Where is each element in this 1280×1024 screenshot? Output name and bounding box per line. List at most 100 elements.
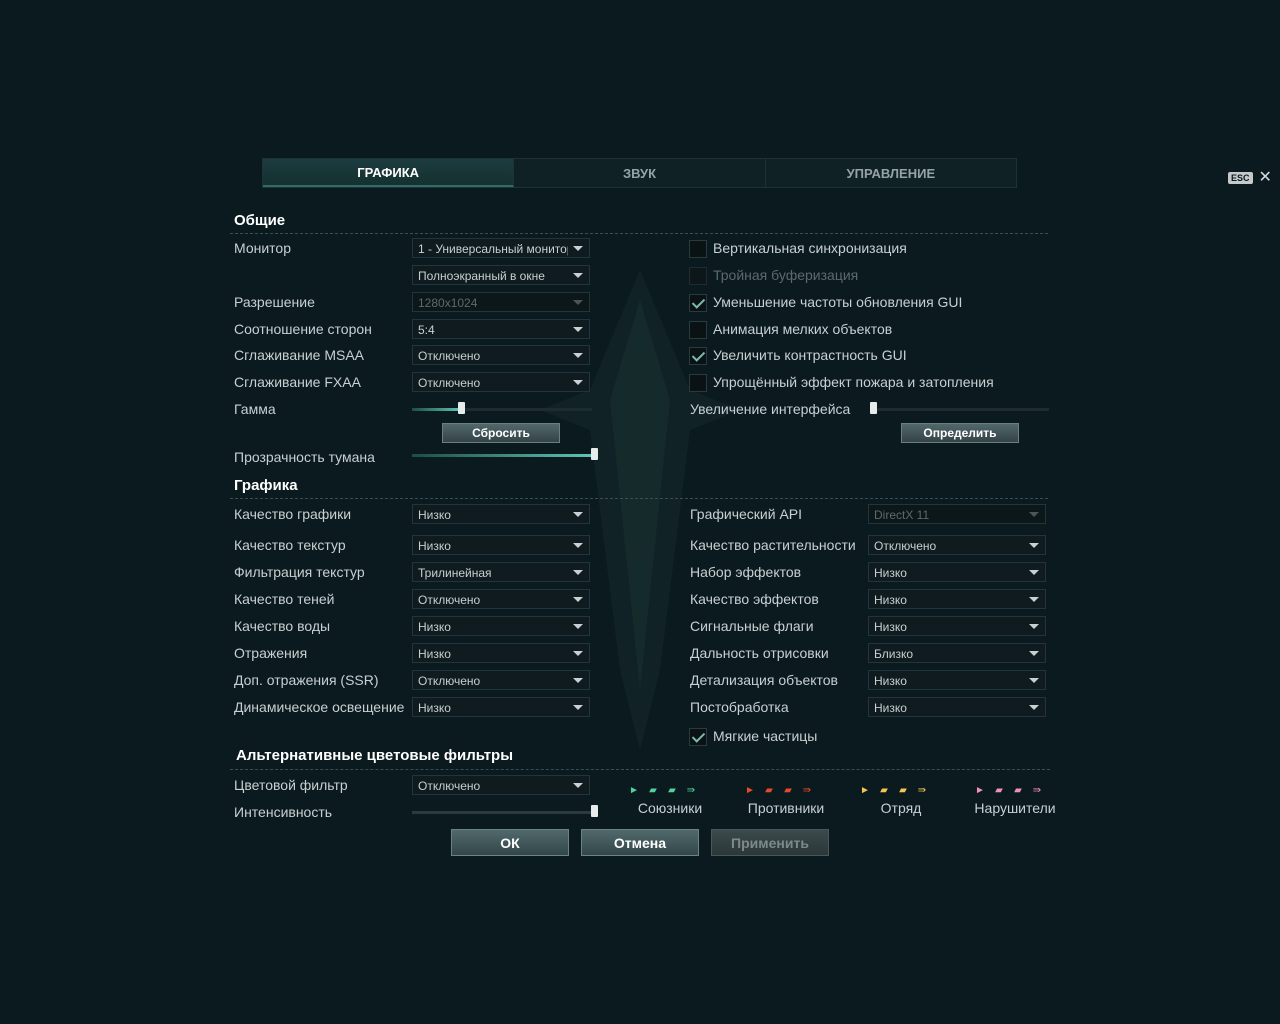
legend-label: Союзники: [637, 800, 703, 816]
monitor-dropdown[interactable]: 1 - Универсальный монитор PnP: [412, 238, 590, 258]
chevron-down-icon: [573, 380, 583, 385]
right-label: Качество эффектов: [690, 591, 819, 607]
chevron-down-icon: [1029, 651, 1039, 656]
esc-close[interactable]: ESC ✕: [1228, 170, 1272, 186]
chevron-down-icon: [1029, 624, 1039, 629]
monitor-label: Монитор: [234, 240, 291, 256]
aspect-dropdown[interactable]: 5:4: [412, 319, 590, 339]
left-dropdown[interactable]: Низко: [412, 535, 590, 555]
right-dropdown[interactable]: Низко: [868, 562, 1046, 582]
marker-icon: ▰: [1014, 785, 1022, 796]
chevron-down-icon: [573, 327, 583, 332]
apply-button: Применить: [711, 829, 829, 856]
chevron-down-icon: [573, 353, 583, 358]
chevron-down-icon: [1029, 570, 1039, 575]
marker-icon: ►: [860, 785, 870, 796]
msaa-value: Отключено: [418, 349, 481, 363]
fire-effect-checkbox[interactable]: [689, 374, 707, 392]
section-general-title: Общие: [234, 212, 286, 229]
chevron-down-icon: [573, 246, 583, 251]
divider: [230, 769, 1050, 770]
fxaa-value: Отключено: [418, 376, 481, 390]
right-dropdown[interactable]: Низко: [868, 616, 1046, 636]
aspect-value: 5:4: [418, 323, 435, 337]
resolution-label: Разрешение: [234, 294, 315, 310]
tab-controls[interactable]: УПРАВЛЕНИЕ: [766, 159, 1016, 187]
right-dropdown: DirectX 11: [868, 504, 1046, 524]
left-label: Качество текстур: [234, 537, 346, 553]
slider-thumb[interactable]: [870, 402, 877, 414]
right-dropdown[interactable]: Близко: [868, 643, 1046, 663]
left-dropdown[interactable]: Трилинейная: [412, 562, 590, 582]
right-dropdown[interactable]: Низко: [868, 589, 1046, 609]
chevron-down-icon: [573, 678, 583, 683]
msaa-dropdown[interactable]: Отключено: [412, 345, 590, 365]
msaa-label: Сглаживание MSAA: [234, 347, 365, 363]
chevron-down-icon: [573, 300, 583, 305]
marker-icon: ⇛: [917, 785, 927, 796]
left-label: Динамическое освещение: [234, 699, 405, 715]
right-label: Постобработка: [690, 699, 789, 715]
marker-icon: ⇛: [802, 785, 812, 796]
close-icon[interactable]: ✕: [1259, 170, 1272, 186]
left-value: Низко: [418, 508, 451, 522]
left-dropdown[interactable]: Низко: [412, 643, 590, 663]
gamma-slider[interactable]: [412, 402, 592, 414]
left-label: Качество теней: [234, 591, 335, 607]
marker-icon: ►: [629, 785, 639, 796]
tab-graphics[interactable]: ГРАФИКА: [263, 159, 515, 187]
chevron-down-icon: [573, 543, 583, 548]
legend-label: Отряд: [880, 800, 922, 816]
ok-button[interactable]: ОК: [451, 829, 569, 856]
vsync-label: Вертикальная синхронизация: [713, 240, 907, 256]
marker-icon: ►: [975, 785, 985, 796]
intensity-slider[interactable]: [412, 805, 598, 817]
left-dropdown[interactable]: Низко: [412, 616, 590, 636]
small-anim-checkbox[interactable]: [689, 321, 707, 339]
right-value: Низко: [874, 593, 907, 607]
gui-refresh-checkbox[interactable]: [689, 294, 707, 312]
right-dropdown[interactable]: Отключено: [868, 535, 1046, 555]
right-dropdown[interactable]: Низко: [868, 670, 1046, 690]
ui-scale-detect-button[interactable]: Определить: [901, 423, 1019, 443]
fxaa-dropdown[interactable]: Отключено: [412, 372, 590, 392]
chevron-down-icon: [1029, 678, 1039, 683]
section-graphics-title: Графика: [234, 477, 298, 494]
right-value: Близко: [874, 647, 914, 661]
slider-thumb[interactable]: [591, 448, 598, 460]
ui-scale-label: Увеличение интерфейса: [690, 401, 851, 417]
right-label: Дальность отрисовки: [690, 645, 829, 661]
color-filter-dropdown[interactable]: Отключено: [412, 775, 590, 795]
left-label: Фильтрация текстур: [234, 564, 365, 580]
right-value: Низко: [874, 674, 907, 688]
ui-scale-slider[interactable]: [870, 402, 1049, 414]
gamma-reset-button[interactable]: Сбросить: [442, 423, 560, 443]
chevron-down-icon: [1029, 705, 1039, 710]
chevron-down-icon: [1029, 597, 1039, 602]
window-mode-value: Полноэкранный в окне: [418, 269, 545, 283]
fire-effect-label: Упрощённый эффект пожара и затопления: [713, 374, 994, 390]
right-dropdown[interactable]: Низко: [868, 697, 1046, 717]
fog-slider[interactable]: [412, 448, 598, 460]
chevron-down-icon: [573, 651, 583, 656]
gui-refresh-label: Уменьшение частоты обновления GUI: [713, 294, 963, 310]
soft-particles-checkbox[interactable]: [689, 728, 707, 746]
tab-sound[interactable]: ЗВУК: [514, 159, 766, 187]
slider-fill: [412, 811, 594, 814]
chevron-down-icon: [573, 783, 583, 788]
cancel-button[interactable]: Отмена: [581, 829, 699, 856]
marker-icon: ▰: [765, 785, 773, 796]
marker-icon: ▰: [784, 785, 792, 796]
vsync-checkbox[interactable]: [689, 240, 707, 258]
left-label: Отражения: [234, 645, 308, 661]
chevron-down-icon: [573, 705, 583, 710]
slider-thumb[interactable]: [591, 805, 598, 817]
gui-contrast-checkbox[interactable]: [689, 347, 707, 365]
left-dropdown[interactable]: Отключено: [412, 589, 590, 609]
left-dropdown[interactable]: Низко: [412, 504, 590, 524]
left-dropdown[interactable]: Отключено: [412, 670, 590, 690]
right-label: Сигнальные флаги: [690, 618, 814, 634]
window-mode-dropdown[interactable]: Полноэкранный в окне: [412, 265, 590, 285]
left-dropdown[interactable]: Низко: [412, 697, 590, 717]
slider-thumb[interactable]: [457, 402, 465, 414]
